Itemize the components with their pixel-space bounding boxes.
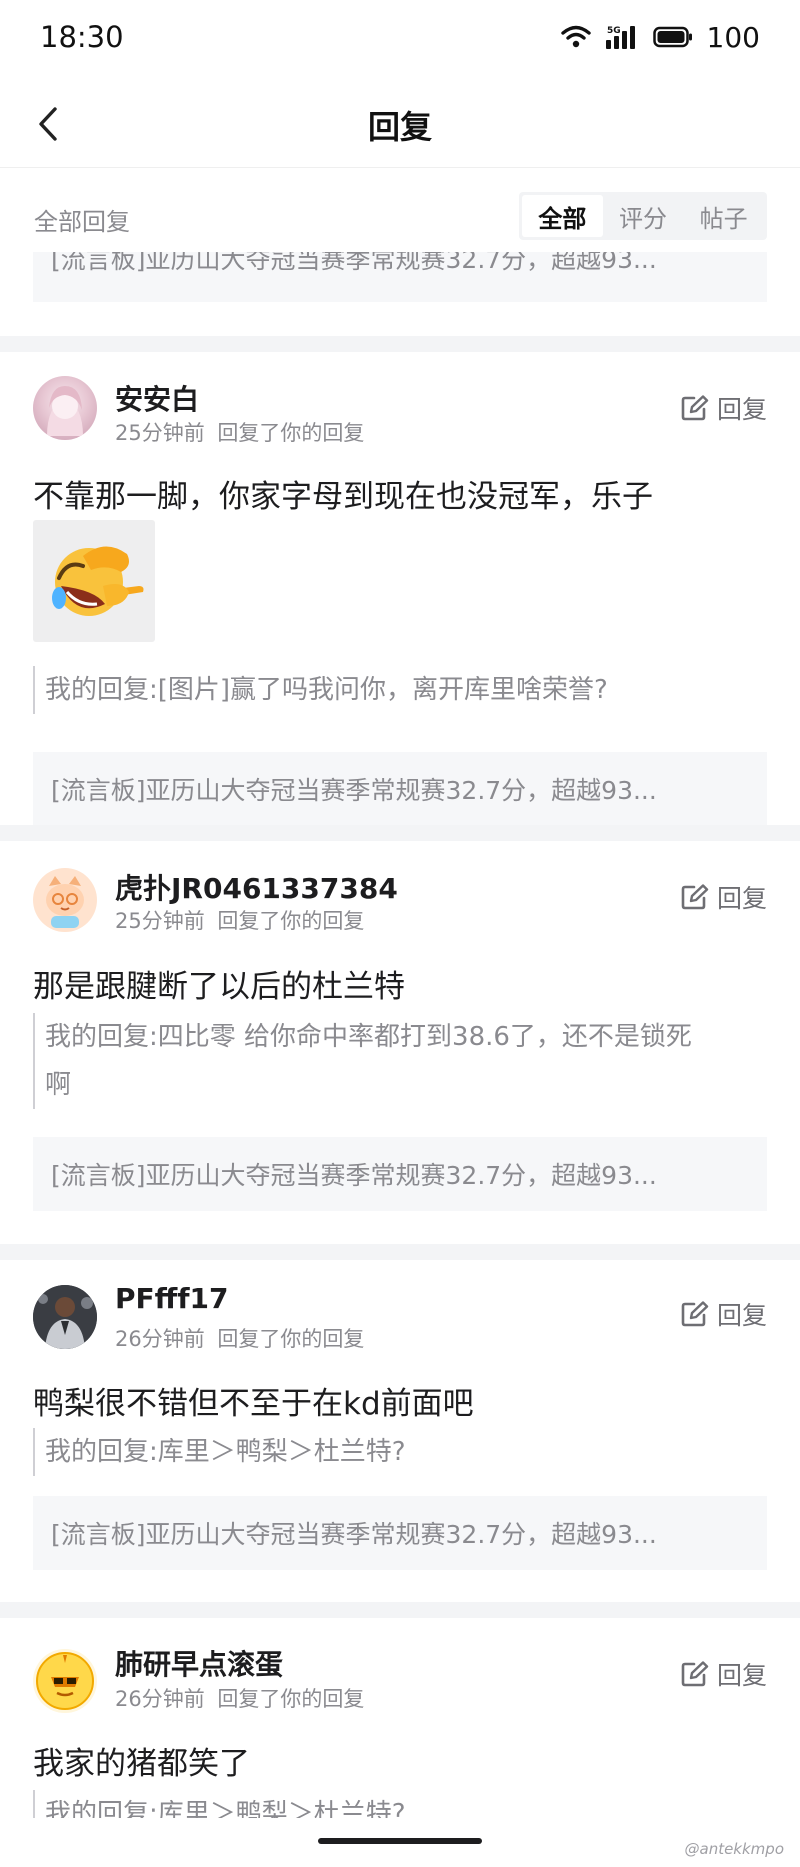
reference-post-text: [流言板]亚历山大夺冠当赛季常规赛32.7分，超越93... <box>51 1161 657 1190</box>
status-icons: 5G 100 <box>560 20 760 54</box>
reference-post-partial[interactable]: [流言板]亚历山大夺冠当赛季常规赛32.7分，超越93... <box>33 252 767 302</box>
avatar[interactable] <box>33 1649 97 1713</box>
reply-action: 回复了你的回复 <box>217 421 365 445</box>
reply-content: 那是跟腱断了以后的杜兰特 <box>33 969 405 1005</box>
battery-level: 100 <box>706 20 760 54</box>
home-indicator[interactable] <box>318 1838 482 1844</box>
username[interactable]: 虎扑JR0461337384 <box>115 867 398 907</box>
reply-button[interactable]: 回复 <box>681 879 767 915</box>
filter-tab-rating[interactable]: 评分 <box>603 195 684 237</box>
nav-bar: 回复 <box>0 80 800 168</box>
filter-tab-posts[interactable]: 帖子 <box>683 195 764 237</box>
reference-post[interactable]: [流言板]亚历山大夺冠当赛季常规赛32.7分，超越93... <box>33 1137 767 1211</box>
reply-action: 回复了你的回复 <box>217 1687 365 1711</box>
reference-post[interactable]: [流言板]亚历山大夺冠当赛季常规赛32.7分，超越93... <box>33 752 767 826</box>
reply-card: 虎扑JR0461337384 25分钟前 回复了你的回复 回复 那是跟腱断了以后… <box>0 841 800 1244</box>
reply-button-label: 回复 <box>716 395 767 424</box>
reply-time: 25分钟前 <box>115 421 205 445</box>
avatar-illustration <box>47 386 83 436</box>
reply-button-label: 回复 <box>716 1301 767 1330</box>
section-divider <box>0 336 800 352</box>
reference-post-text: [流言板]亚历山大夺冠当赛季常规赛32.7分，超越93... <box>51 776 657 805</box>
reply-meta: 26分钟前 回复了你的回复 <box>115 1683 364 1713</box>
edit-icon <box>681 884 709 910</box>
section-divider <box>0 1602 800 1618</box>
reply-action: 回复了你的回复 <box>217 909 365 933</box>
reference-post-text: [流言板]亚历山大夺冠当赛季常规赛32.7分，超越93... <box>51 252 657 274</box>
edit-icon <box>681 1301 709 1327</box>
avatar-illustration <box>33 1285 97 1349</box>
watermark: @antekkmpo <box>685 1840 785 1858</box>
edit-icon <box>681 1661 709 1687</box>
my-reply-quote: 我的回复:[图片]赢了吗我问你，离开库里啥荣誉? <box>33 666 763 714</box>
replies-screen: 18:30 5G 100 回复 全部回复 全部 评分 帖子 [流言板]亚历山大夺… <box>0 0 800 1867</box>
reply-button-label: 回复 <box>716 1661 767 1690</box>
filter-label: 全部回复 <box>34 208 130 236</box>
reply-time: 26分钟前 <box>115 1327 205 1351</box>
username[interactable]: 安安白 <box>115 378 199 418</box>
avatar[interactable] <box>33 868 97 932</box>
reply-button[interactable]: 回复 <box>681 1296 767 1332</box>
my-reply-quote: 我的回复:库里＞鸭梨＞杜兰特? <box>33 1428 763 1476</box>
reply-meta: 26分钟前 回复了你的回复 <box>115 1323 364 1353</box>
page-title: 回复 <box>367 108 432 146</box>
username[interactable]: 肺研早点滚蛋 <box>115 1643 283 1683</box>
my-reply-line: 我的回复:四比零 给你命中率都打到38.6了，还不是锁死 <box>45 1022 692 1052</box>
status-time: 18:30 <box>40 20 124 54</box>
reference-post[interactable]: [流言板]亚历山大夺冠当赛季常规赛32.7分，超越93... <box>33 1496 767 1570</box>
status-bar: 18:30 5G 100 <box>0 0 800 80</box>
section-divider <box>0 1244 800 1260</box>
reply-action: 回复了你的回复 <box>217 1327 365 1351</box>
edit-icon <box>681 395 709 421</box>
reply-meta: 25分钟前 回复了你的回复 <box>115 905 364 935</box>
my-reply-line: 啊 <box>45 1070 72 1100</box>
reference-post-text: [流言板]亚历山大夺冠当赛季常规赛32.7分，超越93... <box>51 1520 657 1549</box>
battery-icon <box>652 26 692 48</box>
watermark-text: @antekkmpo <box>684 1840 785 1858</box>
reply-card: PFfff17 26分钟前 回复了你的回复 回复 鸭梨很不错但不至于在kd前面吧… <box>0 1260 800 1602</box>
reply-button-label: 回复 <box>716 884 767 913</box>
avatar-illustration <box>36 1652 94 1710</box>
network-label: 5G <box>607 26 621 36</box>
reply-time: 25分钟前 <box>115 909 205 933</box>
avatar[interactable] <box>33 376 97 440</box>
reply-time: 26分钟前 <box>115 1687 205 1711</box>
reply-card: 肺研早点滚蛋 26分钟前 回复了你的回复 回复 我家的猪都笑了 我的回复:库里＞… <box>0 1618 800 1818</box>
username[interactable]: PFfff17 <box>115 1282 228 1315</box>
my-reply-quote: 我的回复:四比零 给你命中率都打到38.6了，还不是锁死 啊 <box>33 1013 763 1109</box>
avatar[interactable] <box>33 1285 97 1349</box>
reply-image[interactable] <box>33 520 155 642</box>
reply-button[interactable]: 回复 <box>681 1656 767 1692</box>
my-reply-quote: 我的回复:库里＞鸭梨＞杜兰特? <box>33 1790 763 1818</box>
filter-row: 全部回复 全部 评分 帖子 <box>0 168 800 260</box>
reply-button[interactable]: 回复 <box>681 390 767 426</box>
filter-segmented-control: 全部 评分 帖子 <box>519 192 767 240</box>
reply-content: 鸭梨很不错但不至于在kd前面吧 <box>33 1386 474 1422</box>
facepalm-laughing-emoji-icon <box>52 546 144 616</box>
cellular-5g-icon: 5G <box>605 26 635 49</box>
avatar-illustration <box>46 876 84 928</box>
reply-card: 安安白 25分钟前 回复了你的回复 回复 不靠那一脚，你家字母到现在也没冠军，乐… <box>0 352 800 826</box>
wifi-icon <box>560 25 591 48</box>
filter-tab-all[interactable]: 全部 <box>522 195 603 237</box>
reply-content: 我家的猪都笑了 <box>33 1746 250 1782</box>
section-divider <box>0 825 800 841</box>
reply-content: 不靠那一脚，你家字母到现在也没冠军，乐子 <box>33 479 653 515</box>
reply-meta: 25分钟前 回复了你的回复 <box>115 417 364 447</box>
